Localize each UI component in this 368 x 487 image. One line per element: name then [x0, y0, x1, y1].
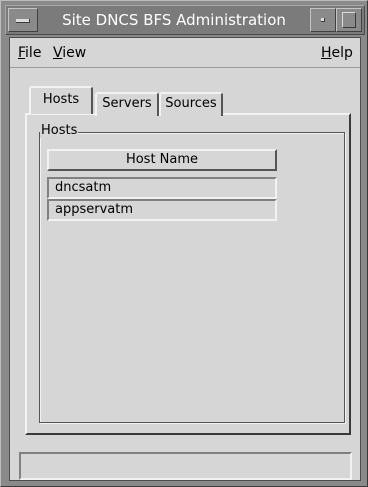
menu-file-label: ile [25, 45, 42, 61]
table-row[interactable]: appservatm [47, 199, 277, 221]
host-name-column-header[interactable]: Host Name [47, 149, 277, 171]
menu-view[interactable]: View [53, 45, 86, 61]
maximize-button[interactable] [336, 8, 362, 32]
tab-sources[interactable]: Sources [159, 92, 223, 116]
menu-help-mnemonic: H [321, 45, 332, 61]
menu-help-label: elp [331, 45, 353, 61]
tab-servers[interactable]: Servers [95, 92, 159, 116]
menu-bar: File View Help [10, 38, 360, 68]
window-menu-icon [16, 19, 30, 23]
menu-help[interactable]: Help [321, 45, 353, 61]
maximize-icon [342, 12, 356, 28]
menu-view-mnemonic: V [53, 45, 63, 61]
title-bar[interactable]: Site DNCS BFS Administration [5, 5, 365, 35]
window-title: Site DNCS BFS Administration [62, 11, 286, 29]
window-menu-button[interactable] [8, 8, 38, 32]
client-area: File View Help Hosts Hosts Servers Sourc… [9, 37, 361, 481]
minimize-icon [321, 18, 325, 22]
hosts-groupbox [39, 132, 345, 423]
menu-file[interactable]: File [18, 45, 41, 61]
minimize-button[interactable] [310, 8, 336, 32]
status-bar [19, 452, 352, 480]
hosts-group-label: Hosts [40, 123, 79, 138]
app-window: Site DNCS BFS Administration File View H… [0, 0, 368, 487]
menu-file-mnemonic: F [18, 45, 26, 61]
menu-view-label: iew [62, 45, 87, 61]
table-row[interactable]: dncsatm [47, 177, 277, 199]
tab-hosts[interactable]: Hosts [29, 86, 93, 114]
